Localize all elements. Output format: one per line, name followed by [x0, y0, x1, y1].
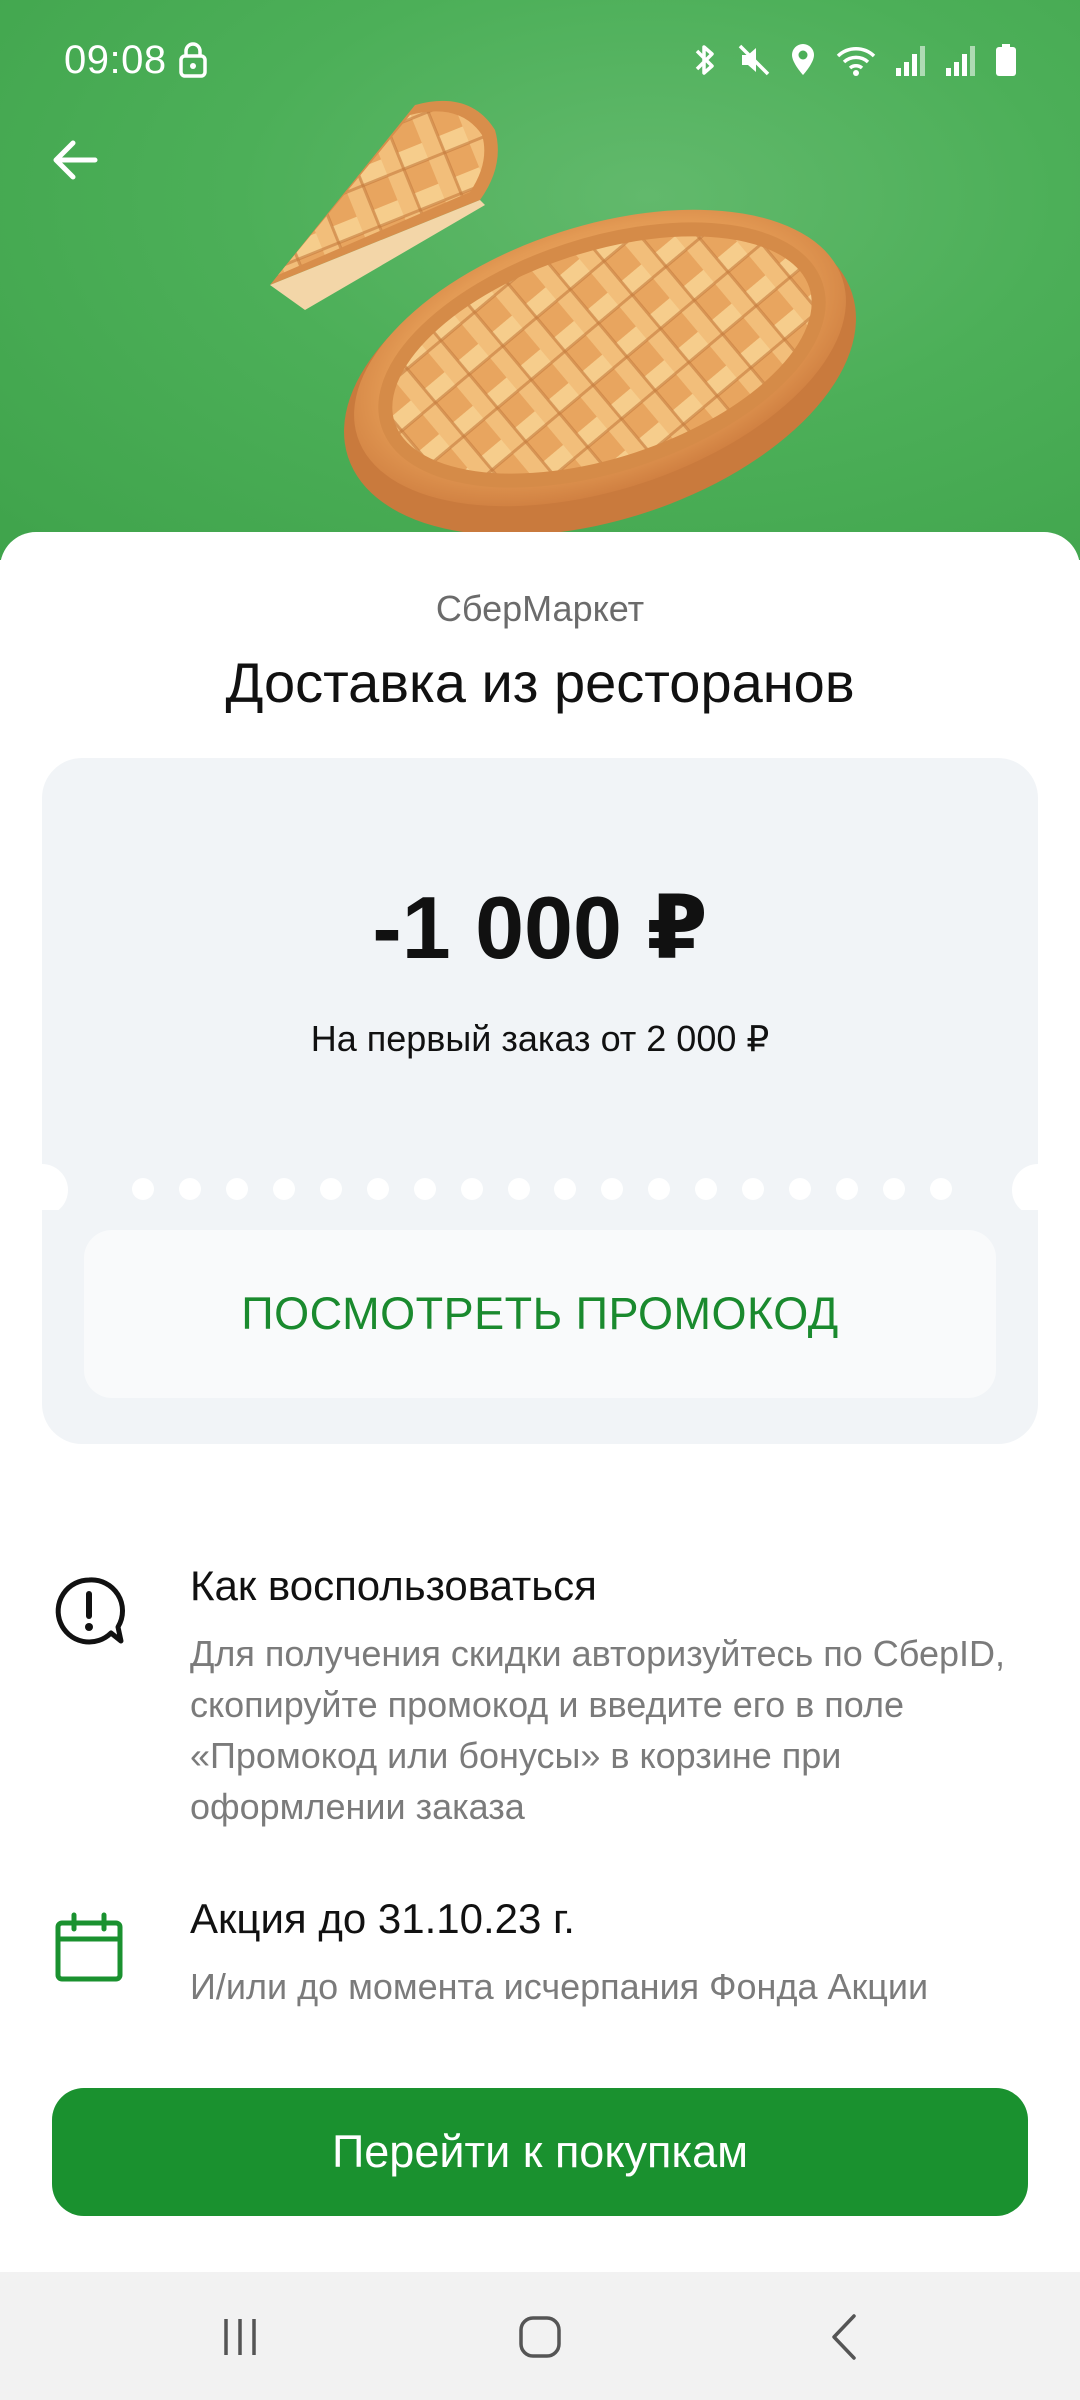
home-button[interactable]: [505, 2302, 575, 2372]
how-to-heading: Как воспользоваться: [190, 1562, 597, 1609]
status-time: 09:08: [64, 38, 167, 82]
discount-condition: На первый заказ от 2 000 ₽: [310, 1018, 770, 1059]
hero-banner: 09:08: [0, 0, 1080, 560]
merchant-name: СберМаркет: [435, 588, 645, 629]
back-nav-button[interactable]: [810, 2302, 880, 2372]
signal-2-icon: [946, 46, 975, 76]
offer-title: Доставка из ресторанов: [225, 651, 855, 714]
back-button[interactable]: [40, 125, 110, 195]
coupon-notch-left: [16, 1164, 68, 1216]
exclamation-bubble-icon: [55, 1577, 125, 1645]
go-shopping-button[interactable]: Перейти к покупкам: [52, 2088, 1028, 2216]
coupon-top: -1 000 ₽ На первый заказ от 2 000 ₽: [42, 758, 1038, 1170]
validity-text: И/или до момента исчерпания Фонда Акции: [190, 1966, 929, 2007]
discount-amount: -1 000 ₽: [372, 878, 708, 977]
show-promo-code-button[interactable]: ПОСМОТРЕТЬ ПРОМОКОД: [84, 1230, 996, 1398]
recent-apps-icon: [224, 2319, 256, 2355]
how-to-text: Для получения скидки авторизуйтесь по Сб…: [190, 1633, 1006, 1827]
calendar-icon: [55, 1912, 123, 1982]
pie-image: [270, 100, 856, 536]
coupon-bottom: ПОСМОТРЕТЬ ПРОМОКОД: [42, 1210, 1038, 1444]
battery-icon: [996, 44, 1016, 76]
signal-1-icon: [896, 46, 925, 76]
validity-heading: Акция до 31.10.23 г.: [190, 1895, 575, 1942]
arrow-left-icon: [53, 140, 98, 180]
system-nav-bar: [0, 2272, 1080, 2400]
coupon-notch-right: [1012, 1164, 1064, 1216]
lock-icon: [179, 42, 207, 78]
recent-apps-button[interactable]: [205, 2302, 275, 2372]
perforation-dots: [132, 1178, 952, 1200]
coupon-card: -1 000 ₽ На первый заказ от 2 000 ₽ ПОСМ…: [16, 758, 1064, 1444]
home-icon: [519, 2316, 561, 2358]
chevron-left-icon: [832, 2314, 856, 2360]
